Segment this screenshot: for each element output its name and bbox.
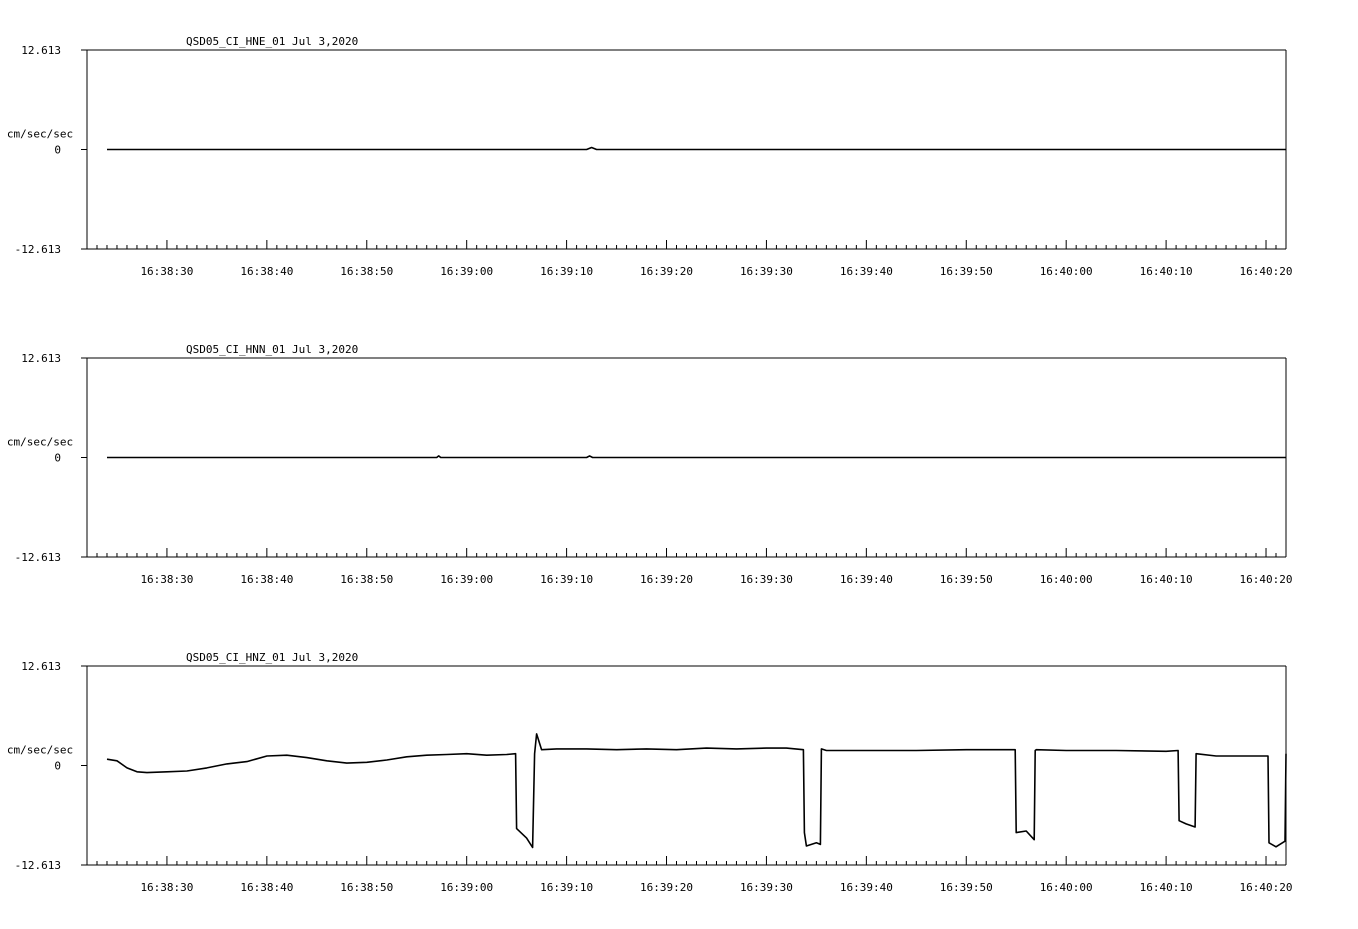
- x-tick-label: 16:40:10: [1140, 881, 1193, 894]
- chart-title: QSD05_CI_HNE_01 Jul 3,2020: [186, 35, 358, 48]
- seismogram-figure: QSD05_CI_HNE_01 Jul 3,2020 12.613 0 -12.613…: [0, 0, 1358, 924]
- x-tick-label: 16:40:00: [1040, 265, 1093, 278]
- y-tick-label: 12.613: [21, 44, 61, 57]
- x-tick-label: 16:40:20: [1240, 881, 1293, 894]
- waveform-trace: [107, 146, 1286, 151]
- x-tick-label: 16:39:30: [740, 265, 793, 278]
- x-tick-label: 16:40:20: [1240, 265, 1293, 278]
- y-tick-label: 12.613: [21, 660, 61, 673]
- x-tick-label: 16:38:40: [240, 881, 293, 894]
- x-tick-label: 16:38:30: [140, 881, 193, 894]
- x-tick-label: 16:38:50: [340, 265, 393, 278]
- x-tick-label: 16:39:30: [740, 881, 793, 894]
- x-tick-label: 16:40:20: [1240, 573, 1293, 586]
- x-tick-label: 16:38:50: [340, 573, 393, 586]
- x-tick-label: 16:38:30: [140, 573, 193, 586]
- x-tick-label: 16:39:10: [540, 573, 593, 586]
- x-tick-label: 16:39:00: [440, 573, 493, 586]
- x-tick-label: 16:39:50: [940, 573, 993, 586]
- chart-panel-3: QSD05_CI_HNZ_01 Jul 3,2020 12.613 0 -12.613…: [7, 651, 1293, 894]
- x-tick-label: 16:39:20: [640, 265, 693, 278]
- x-tick-label: 16:38:50: [340, 881, 393, 894]
- x-tick-label: 16:39:00: [440, 881, 493, 894]
- y-tick-label: -12.613: [15, 859, 61, 872]
- x-tick-label: 16:39:30: [740, 573, 793, 586]
- x-tick-label: 16:39:20: [640, 573, 693, 586]
- y-tick-label: 0: [54, 144, 61, 157]
- x-tick-label: 16:38:40: [240, 573, 293, 586]
- x-tick-label: 16:40:00: [1040, 881, 1093, 894]
- chart-panel-1: QSD05_CI_HNE_01 Jul 3,2020 12.613 0 -12.613…: [7, 35, 1293, 278]
- y-axis-label: cm/sec/sec: [7, 436, 73, 449]
- y-tick-label: 0: [54, 452, 61, 465]
- x-tick-label: 16:40:00: [1040, 573, 1093, 586]
- x-tick-label: 16:39:20: [640, 881, 693, 894]
- x-tick-label: 16:39:00: [440, 265, 493, 278]
- x-tick-label: 16:39:50: [940, 265, 993, 278]
- y-tick-label: 12.613: [21, 352, 61, 365]
- waveform-trace: [107, 455, 1286, 459]
- chart-title: QSD05_CI_HNN_01 Jul 3,2020: [186, 343, 358, 356]
- x-tick-label: 16:39:50: [940, 881, 993, 894]
- y-tick-label: 0: [54, 760, 61, 773]
- x-tick-label: 16:40:10: [1140, 573, 1193, 586]
- x-tick-label: 16:40:10: [1140, 265, 1193, 278]
- y-axis-label: cm/sec/sec: [7, 128, 73, 141]
- x-tick-label: 16:39:10: [540, 881, 593, 894]
- x-tick-label: 16:38:40: [240, 265, 293, 278]
- x-tick-label: 16:39:40: [840, 265, 893, 278]
- y-axis-label: cm/sec/sec: [7, 744, 73, 757]
- chart-panel-2: QSD05_CI_HNN_01 Jul 3,2020 12.613 0 -12.613…: [7, 343, 1293, 586]
- y-tick-label: -12.613: [15, 243, 61, 256]
- x-tick-label: 16:38:30: [140, 265, 193, 278]
- x-tick-label: 16:39:10: [540, 265, 593, 278]
- seismogram-svg: QSD05_CI_HNE_01 Jul 3,2020 12.613 0 -12.613…: [7, 35, 1293, 894]
- y-tick-label: -12.613: [15, 551, 61, 564]
- waveform-trace: [106, 733, 1287, 849]
- x-tick-label: 16:39:40: [840, 573, 893, 586]
- chart-title: QSD05_CI_HNZ_01 Jul 3,2020: [186, 651, 358, 664]
- x-tick-label: 16:39:40: [840, 881, 893, 894]
